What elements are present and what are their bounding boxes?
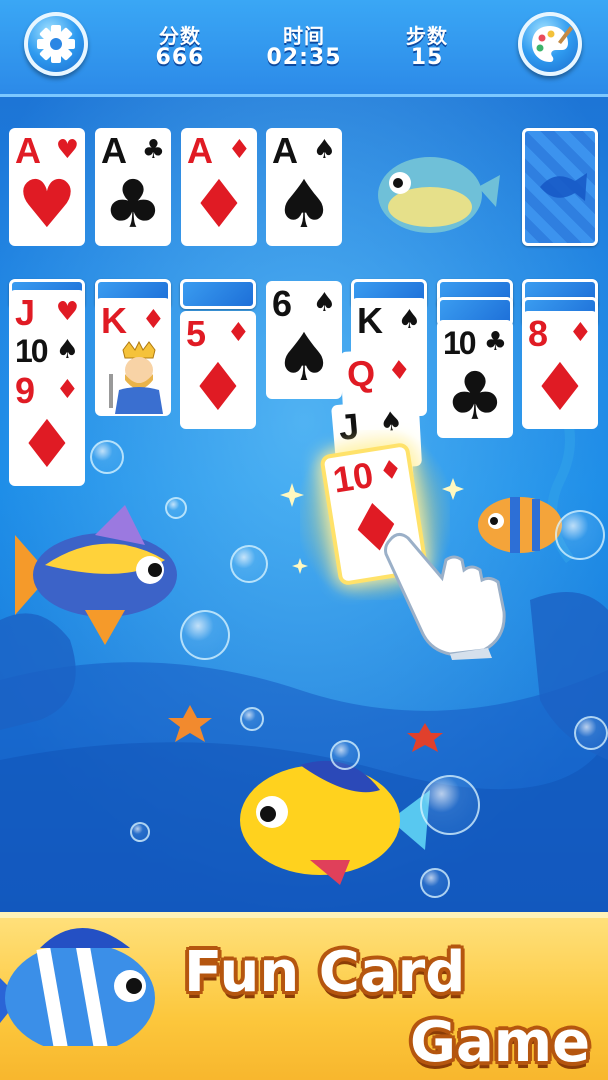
gear-icon [37,25,75,63]
card-suit-large: ♦ [17,406,77,483]
bubble [180,610,230,660]
top-bar: 分数 666 时间 02:35 步数 15 [0,0,608,97]
card-rank: K [357,300,383,341]
bubble [230,545,268,583]
card-suit-small: ♦ [141,305,165,335]
card-suit-small: ♦ [568,318,592,348]
tableau-card[interactable]: 9 ♦ ♦ [9,368,85,486]
card-suit-small: ♣ [141,135,165,165]
card-suit-small: ♦ [376,454,405,488]
foundation-spades[interactable]: A ♠ ♠ [266,128,342,246]
bubble [90,440,124,474]
tableau-card[interactable]: 8 ♦ ♦ [522,311,598,429]
foundation-hearts[interactable]: A ♥ ♥ [9,128,85,246]
card-suit-large: ♦ [530,349,590,426]
card-rank: A [101,130,127,171]
card-suit-small: ♠ [312,288,336,318]
face-down-card [180,279,256,309]
tableau-card[interactable]: 6 ♠ ♠ [266,281,342,399]
tableau-card[interactable]: 5 ♦ ♦ [180,311,256,429]
card-suit-large: ♦ [189,166,249,243]
card-suit-small: ♥ [55,297,79,327]
card-suit-small: ♦ [227,135,251,165]
card-suit-large: ♣ [445,358,505,435]
card-suit-small: ♠ [397,305,421,335]
theme-button[interactable] [518,12,582,76]
fish-emblem-icon [540,173,587,201]
card-suit-large: ♥ [17,166,77,243]
pointing-hand-icon [384,533,506,660]
time-value: 02:35 [266,45,342,70]
banner-line-2: Game [410,1010,591,1075]
card-rank: 6 [272,283,293,324]
settings-button[interactable] [24,12,88,76]
card-rank: A [272,130,298,171]
banner-line-1: Fun Card [184,940,466,1005]
tableau-card[interactable]: K ♦ [95,298,171,416]
card-rank: A [15,130,41,171]
moves-value: 15 [410,45,444,70]
stock-pile[interactable] [522,128,598,246]
card-suit-small: ♦ [386,355,412,387]
bubble [555,510,605,560]
king-portrait [109,340,163,414]
card-suit-small: ♥ [55,135,79,165]
card-suit-large: ♠ [274,166,334,243]
tableau-card[interactable]: 10 ♣ ♣ [437,320,513,438]
game-board: 分数 666 时间 02:35 步数 15 A ♥ ♥ A ♣ ♣ A ♦ ♦ … [0,0,608,1080]
card-suit-small: ♣ [483,327,507,357]
bubble [240,707,264,731]
card-rank: 10 [443,325,477,361]
promo-banner: Fun Card Game [0,912,608,1080]
bubble [165,497,187,519]
card-rank: J [15,292,36,333]
bubble [130,822,150,842]
card-suit-small: ♠ [55,335,79,365]
bubble [420,775,480,835]
card-rank: Q [346,352,377,395]
card-suit-small: ♦ [226,318,250,348]
card-rank: K [101,300,127,341]
card-rank: A [187,130,213,171]
card-suit-large: ♣ [103,166,163,243]
foundation-clubs[interactable]: A ♣ ♣ [95,128,171,246]
card-suit-large: ♦ [188,349,248,426]
card-suit-large: ♠ [274,319,334,396]
card-suit-small: ♠ [312,135,336,165]
palette-icon [532,26,573,62]
card-suit-small: ♦ [55,375,79,405]
card-rank: 10 [15,333,49,369]
clownfish-mascot [0,928,155,1046]
card-rank: 9 [15,370,36,411]
card-rank: 5 [186,313,207,354]
bubble [330,740,360,770]
bubble [574,716,608,750]
foundation-diamonds[interactable]: A ♦ ♦ [181,128,257,246]
card-rank: 8 [528,313,549,354]
score-value: 666 [155,45,205,70]
bubble [420,868,450,898]
